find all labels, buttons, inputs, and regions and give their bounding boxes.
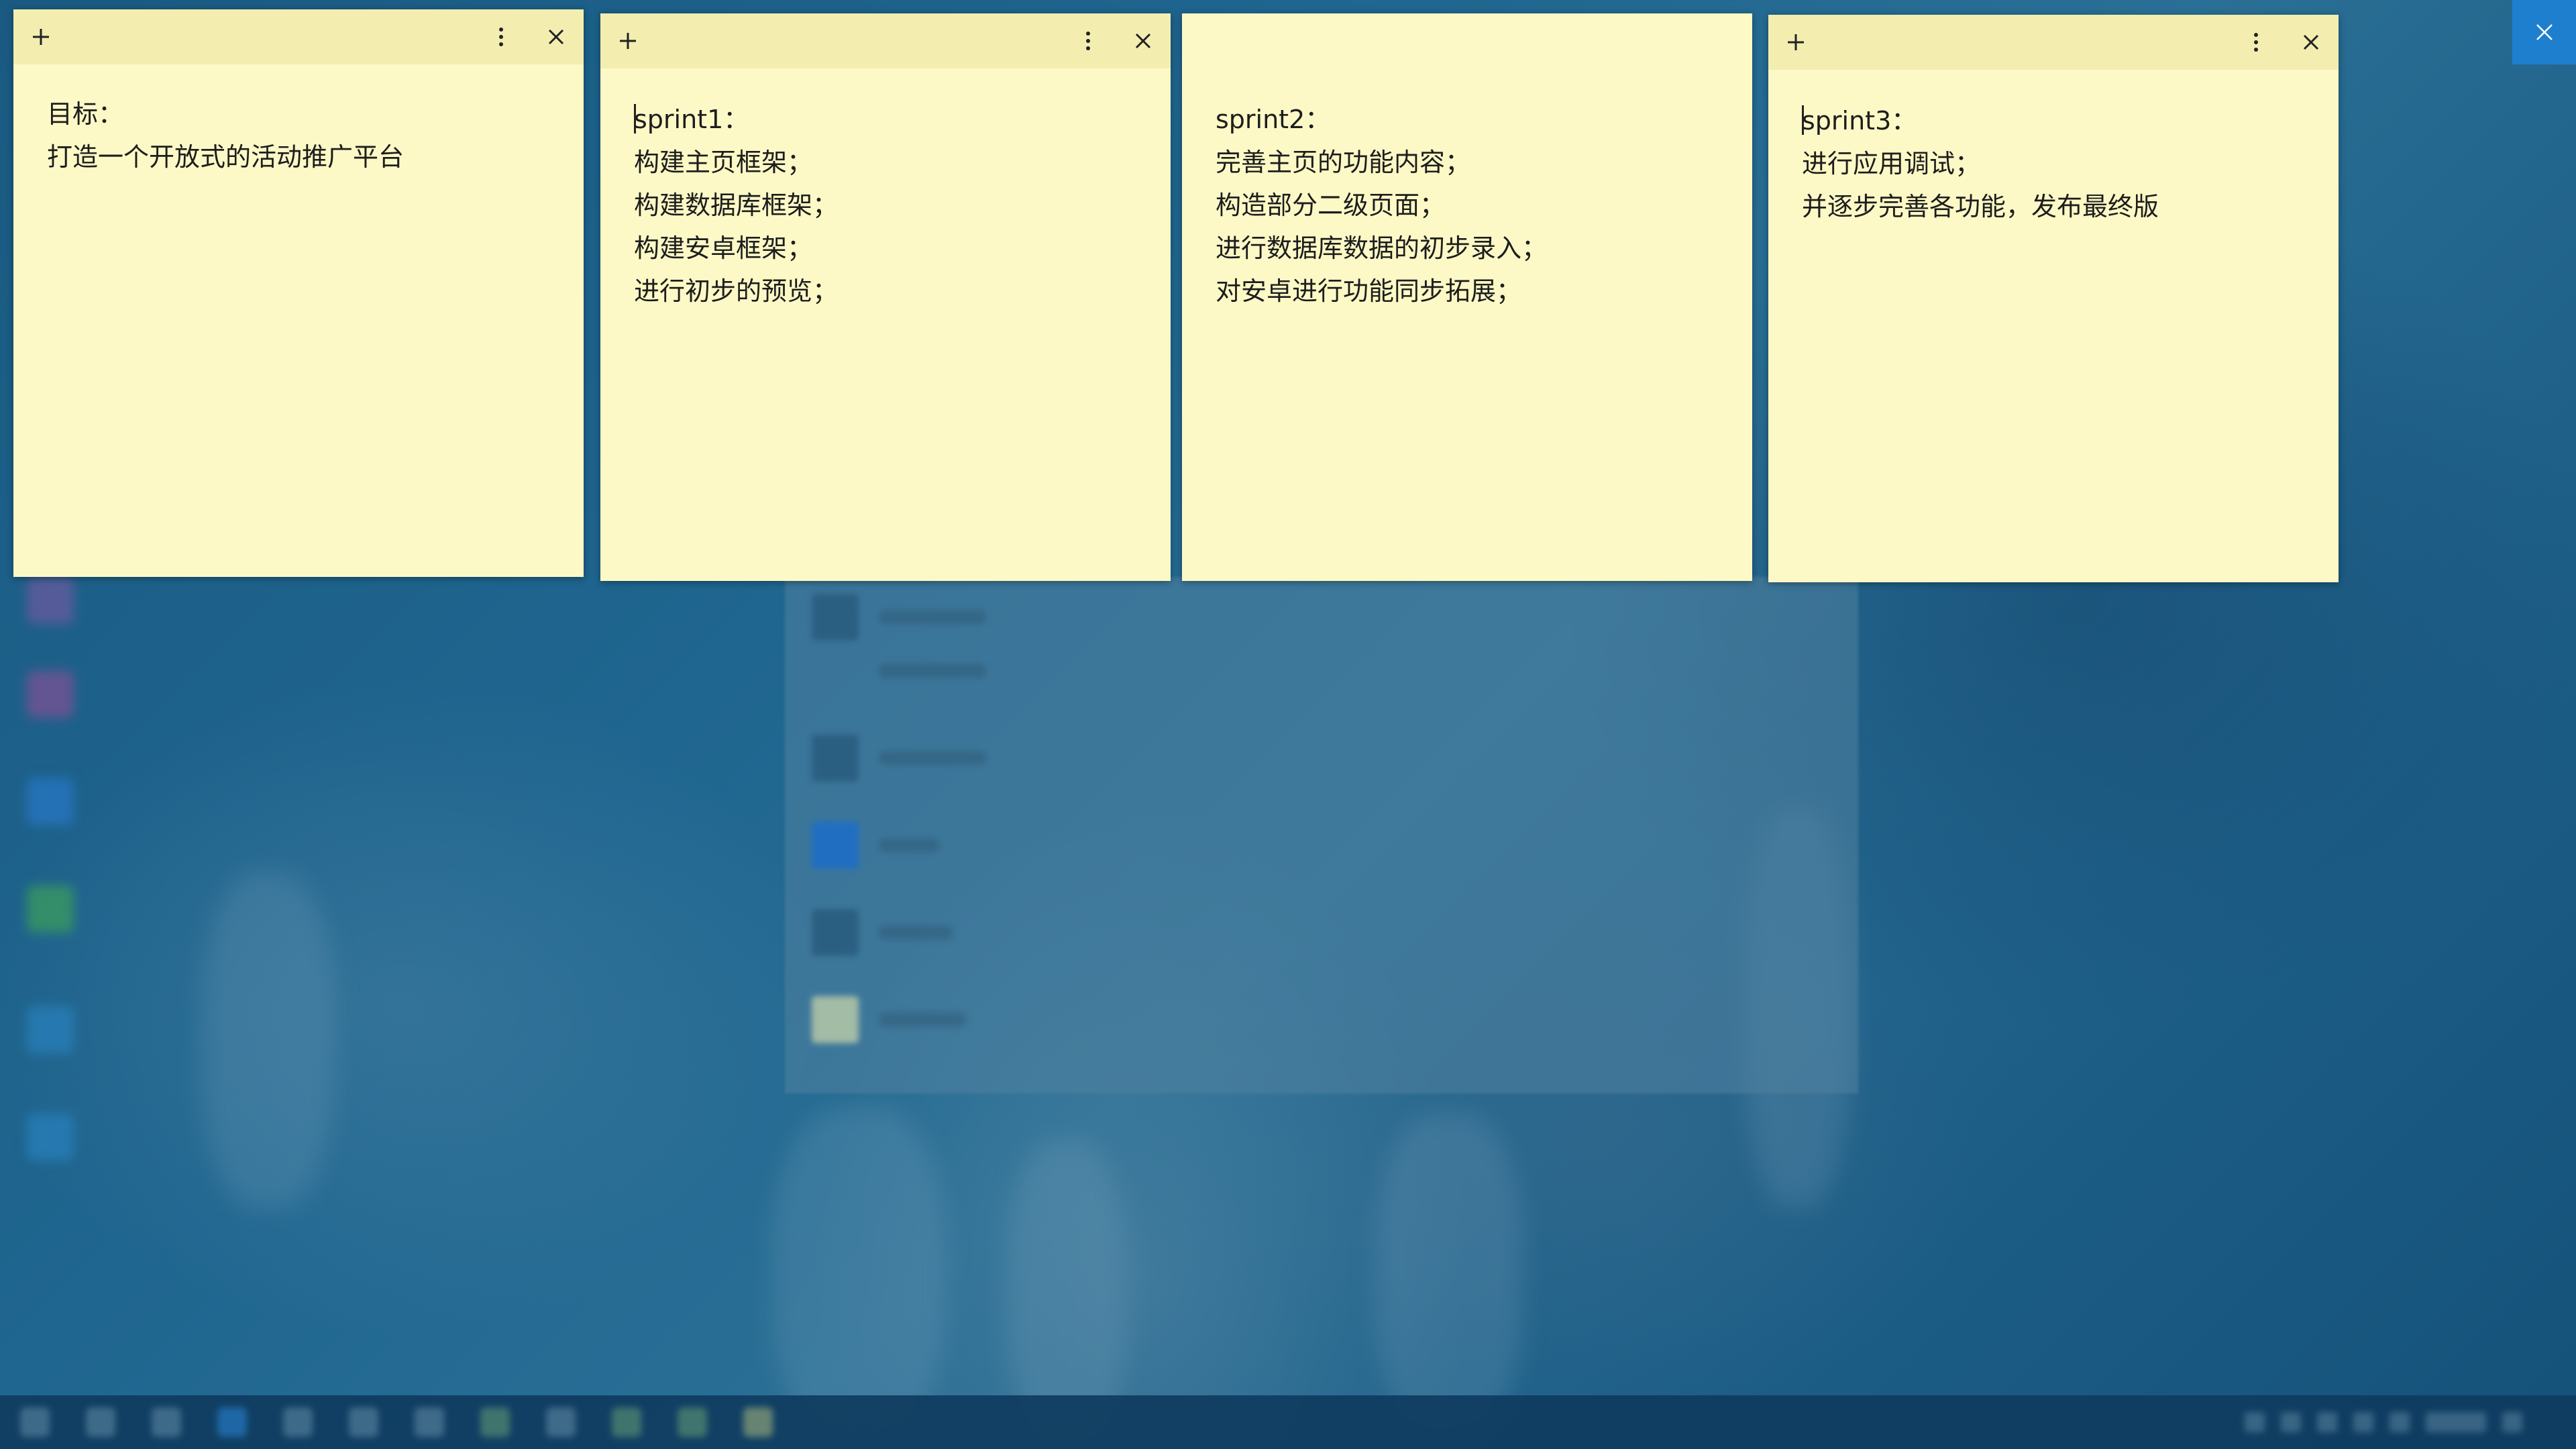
add-icon <box>620 33 636 49</box>
start-button[interactable] <box>20 1407 50 1437</box>
tray-icon[interactable] <box>2281 1412 2301 1432</box>
note-menu-button[interactable] <box>2229 15 2284 70</box>
close-icon <box>2303 34 2319 50</box>
note-menu-button[interactable] <box>474 9 529 64</box>
add-icon <box>1788 34 1804 50</box>
taskbar-app-icon[interactable] <box>612 1407 641 1437</box>
sticky-note-goal[interactable]: 目标： 打造一个开放式的活动推广平台 <box>13 9 584 577</box>
note-text-area[interactable]: sprint1： 构建主页框架； 构建数据库框架； 构建安卓框架； 进行初步的预… <box>634 98 1150 313</box>
note-menu-button[interactable] <box>1061 13 1116 68</box>
note-line-text: sprint3： <box>1802 106 1917 136</box>
note-text-area[interactable]: sprint3： 进行应用调试； 并逐步完善各功能，发布最终版 <box>1802 99 2318 228</box>
tray-icon[interactable] <box>2390 1412 2410 1432</box>
note-header[interactable] <box>1768 15 2339 70</box>
sticky-note-sprint1[interactable]: sprint1： 构建主页框架； 构建数据库框架； 构建安卓框架； 进行初步的预… <box>600 13 1171 581</box>
notification-icon[interactable] <box>2502 1412 2522 1432</box>
taskbar-app-icon[interactable] <box>349 1407 378 1437</box>
note-line-text: sprint1： <box>634 105 749 134</box>
close-icon <box>2536 24 2553 40</box>
taskbar-app-icon[interactable] <box>480 1407 510 1437</box>
desktop-icon[interactable] <box>27 885 74 932</box>
more-vertical-icon <box>2254 33 2258 52</box>
close-icon <box>548 29 564 45</box>
note-line: 构建安卓框架； <box>634 233 813 263</box>
corner-close-button[interactable] <box>2512 0 2576 64</box>
taskbar-app-icon[interactable] <box>546 1407 576 1437</box>
new-note-button[interactable] <box>1768 15 1823 70</box>
note-line: 打造一个开放式的活动推广平台 <box>47 142 405 172</box>
note-line: 构建数据库框架； <box>634 191 839 220</box>
search-icon[interactable] <box>86 1407 115 1437</box>
tray-clock[interactable] <box>2426 1412 2486 1432</box>
task-view-icon[interactable] <box>152 1407 181 1437</box>
note-line: 构建主页框架； <box>634 148 813 177</box>
more-vertical-icon <box>499 28 503 46</box>
taskbar-app-icon[interactable] <box>217 1407 247 1437</box>
delete-note-button[interactable] <box>2284 15 2339 70</box>
note-line: 对安卓进行功能同步拓展； <box>1216 276 1522 306</box>
delete-note-button[interactable] <box>1116 13 1171 68</box>
new-note-button[interactable] <box>600 13 655 68</box>
note-line: sprint2： <box>1216 105 1331 134</box>
taskbar <box>0 1395 2576 1449</box>
sticky-note-sprint2[interactable]: sprint2： 完善主页的功能内容； 构造部分二级页面； 进行数据库数据的初步… <box>1182 13 1752 581</box>
close-icon <box>1135 33 1151 49</box>
note-text-area[interactable]: sprint2： 完善主页的功能内容； 构造部分二级页面； 进行数据库数据的初步… <box>1216 98 1732 313</box>
note-line: sprint3： <box>1802 99 2318 142</box>
desktop-icon[interactable] <box>27 778 74 825</box>
note-line: 目标： <box>47 99 124 129</box>
tray-icon[interactable] <box>2353 1412 2373 1432</box>
note-line: 完善主页的功能内容； <box>1216 148 1471 177</box>
desktop-icon[interactable] <box>27 577 74 624</box>
note-line: 并逐步完善各功能，发布最终版 <box>1802 192 2159 221</box>
tray-icon[interactable] <box>2317 1412 2337 1432</box>
sticky-note-sprint3[interactable]: sprint3： 进行应用调试； 并逐步完善各功能，发布最终版 <box>1768 15 2339 582</box>
desktop-icon[interactable] <box>27 1006 74 1053</box>
note-header[interactable] <box>13 9 584 64</box>
note-header[interactable] <box>600 13 1171 68</box>
taskbar-app-icon[interactable] <box>678 1407 707 1437</box>
system-tray[interactable] <box>2187 1407 2522 1437</box>
delete-note-button[interactable] <box>529 9 584 64</box>
note-line: 进行数据库数据的初步录入； <box>1216 233 1548 263</box>
note-text-area[interactable]: 目标： 打造一个开放式的活动推广平台 <box>47 93 564 178</box>
note-line: sprint1： <box>634 98 1150 141</box>
desktop-icon[interactable] <box>27 1114 74 1161</box>
note-line: 进行应用调试； <box>1802 149 1981 178</box>
taskbar-app-icon[interactable] <box>743 1407 773 1437</box>
note-line: 构造部分二级页面； <box>1216 191 1446 220</box>
add-icon <box>33 29 49 45</box>
tray-icon[interactable] <box>2245 1412 2265 1432</box>
note-line: 进行初步的预览； <box>634 276 839 306</box>
taskbar-app-icon[interactable] <box>415 1407 444 1437</box>
new-note-button[interactable] <box>13 9 68 64</box>
desktop-icon[interactable] <box>27 671 74 718</box>
taskbar-app-icon[interactable] <box>283 1407 313 1437</box>
background-window <box>785 577 1858 1093</box>
more-vertical-icon <box>1086 32 1090 50</box>
